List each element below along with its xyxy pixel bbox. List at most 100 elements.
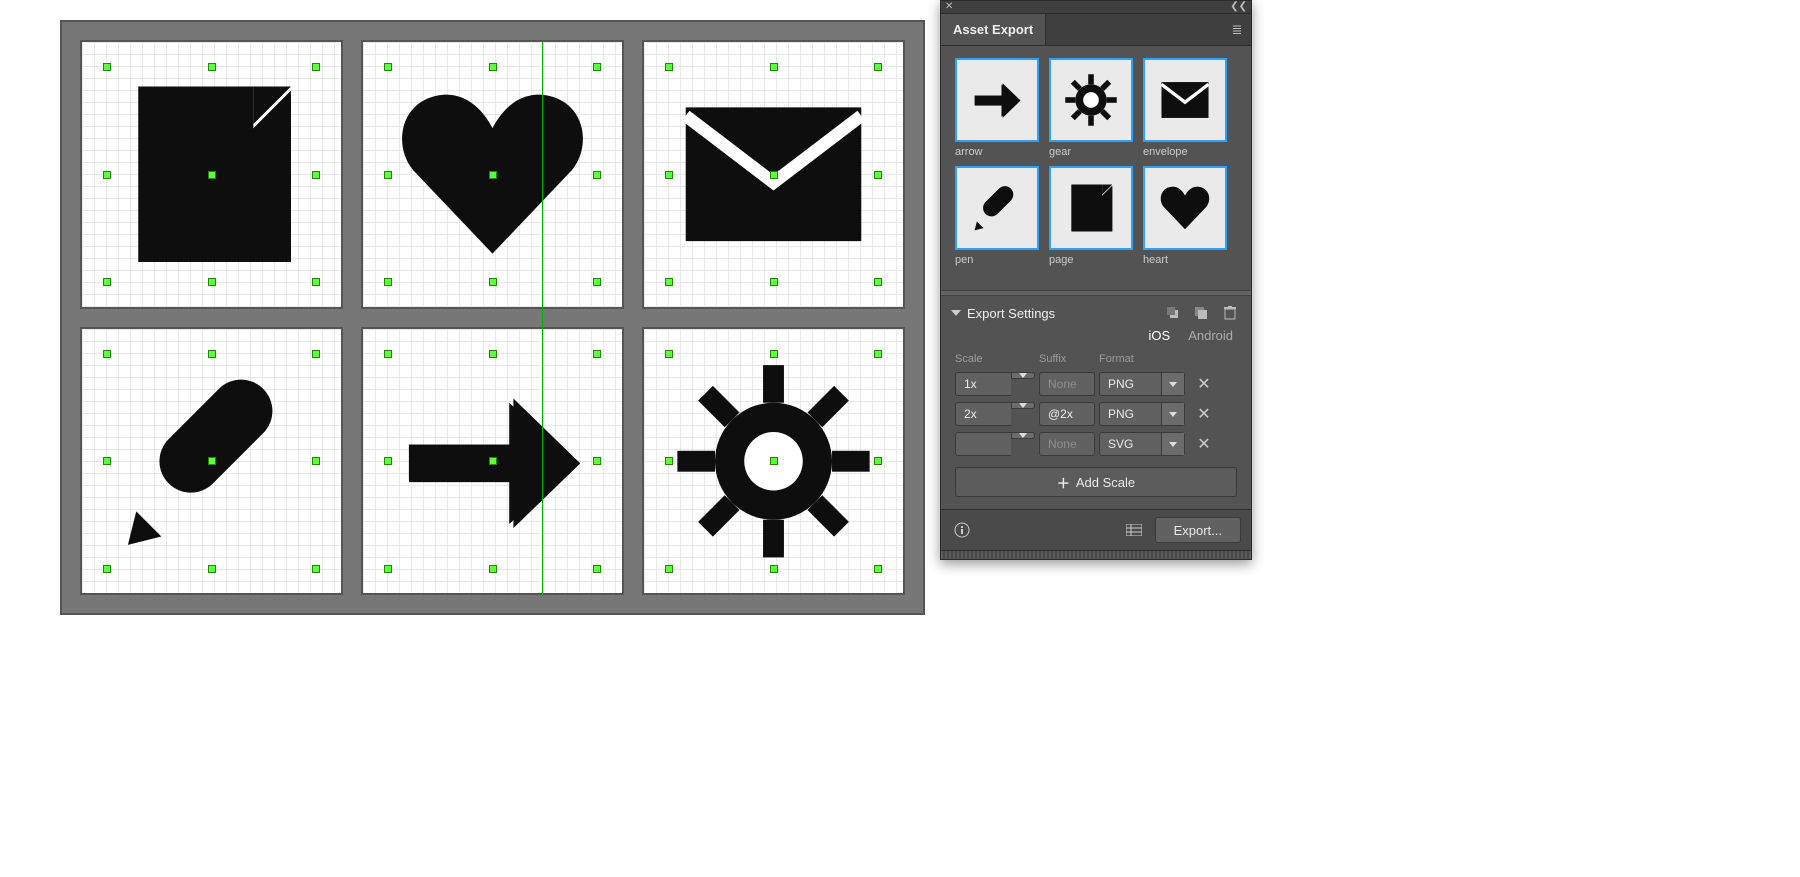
selection-handle[interactable] bbox=[593, 350, 601, 358]
scale-dropdown[interactable] bbox=[955, 432, 1035, 456]
selection-handle[interactable] bbox=[208, 457, 216, 465]
artboard-page[interactable] bbox=[80, 40, 343, 309]
pen-thumbnail[interactable] bbox=[955, 166, 1039, 250]
suffix-field[interactable]: None bbox=[1039, 372, 1095, 396]
suffix-field[interactable]: None bbox=[1039, 432, 1095, 456]
selection-handle[interactable] bbox=[208, 278, 216, 286]
selection-handle[interactable] bbox=[103, 565, 111, 573]
selection-handle[interactable] bbox=[312, 278, 320, 286]
selection-handle[interactable] bbox=[593, 457, 601, 465]
selection-handle[interactable] bbox=[384, 457, 392, 465]
single-preset-icon[interactable] bbox=[1163, 304, 1185, 322]
selection-handle[interactable] bbox=[208, 350, 216, 358]
selection-handle[interactable] bbox=[770, 278, 778, 286]
selection-handle[interactable] bbox=[489, 565, 497, 573]
selection-handle[interactable] bbox=[312, 565, 320, 573]
artboard-heart[interactable] bbox=[361, 40, 624, 309]
panel-collapse-icon[interactable]: ❮❮ bbox=[1230, 2, 1247, 12]
selection-handle[interactable] bbox=[665, 278, 673, 286]
format-dropdown[interactable]: PNG bbox=[1099, 402, 1185, 426]
selection-handle[interactable] bbox=[103, 171, 111, 179]
asset-heart[interactable]: heart bbox=[1143, 166, 1229, 266]
artboard-gear[interactable] bbox=[642, 327, 905, 596]
selection-handle[interactable] bbox=[103, 350, 111, 358]
asset-pen[interactable]: pen bbox=[955, 166, 1041, 266]
platform-android[interactable]: Android bbox=[1188, 328, 1233, 343]
canvas[interactable] bbox=[60, 20, 925, 615]
selection-handle[interactable] bbox=[874, 457, 882, 465]
panel-resize-handle[interactable] bbox=[941, 550, 1251, 559]
panel-menu-icon[interactable]: ≣ bbox=[1223, 16, 1251, 44]
remove-row-icon[interactable]: ✕ bbox=[1189, 374, 1219, 394]
asset-gear[interactable]: gear bbox=[1049, 58, 1135, 158]
selection-handle[interactable] bbox=[665, 171, 673, 179]
selection-handle[interactable] bbox=[208, 565, 216, 573]
selection-handle[interactable] bbox=[874, 171, 882, 179]
selection-handle[interactable] bbox=[665, 457, 673, 465]
panel-close-icon[interactable]: ✕ bbox=[945, 2, 953, 12]
selection-handle[interactable] bbox=[593, 565, 601, 573]
selection-handle[interactable] bbox=[489, 457, 497, 465]
arrow-thumbnail[interactable] bbox=[955, 58, 1039, 142]
vertical-guide[interactable] bbox=[542, 42, 543, 595]
selection-handle[interactable] bbox=[770, 63, 778, 71]
selection-handle[interactable] bbox=[770, 457, 778, 465]
selection-handle[interactable] bbox=[384, 278, 392, 286]
selection-handle[interactable] bbox=[770, 565, 778, 573]
selection-handle[interactable] bbox=[312, 171, 320, 179]
gear-thumbnail[interactable] bbox=[1049, 58, 1133, 142]
selection-handle[interactable] bbox=[208, 63, 216, 71]
tab-asset-export[interactable]: Asset Export bbox=[941, 14, 1046, 45]
artboard-envelope[interactable] bbox=[642, 40, 905, 309]
export-button[interactable]: Export... bbox=[1155, 517, 1241, 543]
selection-handle[interactable] bbox=[489, 63, 497, 71]
selection-handle[interactable] bbox=[103, 457, 111, 465]
selection-handle[interactable] bbox=[489, 171, 497, 179]
selection-handle[interactable] bbox=[489, 350, 497, 358]
selection-handle[interactable] bbox=[312, 457, 320, 465]
selection-handle[interactable] bbox=[312, 63, 320, 71]
selection-handle[interactable] bbox=[665, 63, 673, 71]
export-grid-icon[interactable] bbox=[1123, 519, 1145, 541]
selection-handle[interactable] bbox=[593, 171, 601, 179]
selection-handle[interactable] bbox=[770, 171, 778, 179]
asset-arrow[interactable]: arrow bbox=[955, 58, 1041, 158]
selection-handle[interactable] bbox=[103, 278, 111, 286]
page-thumbnail[interactable] bbox=[1049, 166, 1133, 250]
selection-handle[interactable] bbox=[665, 565, 673, 573]
suffix-field[interactable]: @2x bbox=[1039, 402, 1095, 426]
stack-preset-icon[interactable] bbox=[1191, 304, 1213, 322]
disclosure-triangle-icon[interactable] bbox=[951, 310, 961, 316]
scale-dropdown[interactable]: 1x bbox=[955, 372, 1035, 396]
selection-handle[interactable] bbox=[770, 350, 778, 358]
heart-thumbnail[interactable] bbox=[1143, 166, 1227, 250]
delete-preset-icon[interactable] bbox=[1219, 304, 1241, 322]
selection-handle[interactable] bbox=[665, 350, 673, 358]
selection-handle[interactable] bbox=[384, 350, 392, 358]
selection-handle[interactable] bbox=[874, 565, 882, 573]
remove-row-icon[interactable]: ✕ bbox=[1189, 434, 1219, 454]
artboard-arrow[interactable] bbox=[361, 327, 624, 596]
asset-page[interactable]: page bbox=[1049, 166, 1135, 266]
selection-handle[interactable] bbox=[874, 63, 882, 71]
platform-ios[interactable]: iOS bbox=[1149, 328, 1171, 343]
info-icon[interactable] bbox=[951, 519, 973, 541]
format-dropdown[interactable]: SVG bbox=[1099, 432, 1185, 456]
format-dropdown[interactable]: PNG bbox=[1099, 372, 1185, 396]
selection-handle[interactable] bbox=[593, 63, 601, 71]
selection-handle[interactable] bbox=[208, 171, 216, 179]
selection-handle[interactable] bbox=[384, 63, 392, 71]
selection-handle[interactable] bbox=[384, 171, 392, 179]
selection-handle[interactable] bbox=[874, 350, 882, 358]
add-scale-button[interactable]: ＋ Add Scale bbox=[955, 467, 1237, 497]
selection-handle[interactable] bbox=[489, 278, 497, 286]
asset-envelope[interactable]: envelope bbox=[1143, 58, 1229, 158]
artboard-pen[interactable] bbox=[80, 327, 343, 596]
scale-dropdown[interactable]: 2x bbox=[955, 402, 1035, 426]
selection-handle[interactable] bbox=[103, 63, 111, 71]
selection-handle[interactable] bbox=[312, 350, 320, 358]
selection-handle[interactable] bbox=[874, 278, 882, 286]
selection-handle[interactable] bbox=[384, 565, 392, 573]
remove-row-icon[interactable]: ✕ bbox=[1189, 404, 1219, 424]
envelope-thumbnail[interactable] bbox=[1143, 58, 1227, 142]
